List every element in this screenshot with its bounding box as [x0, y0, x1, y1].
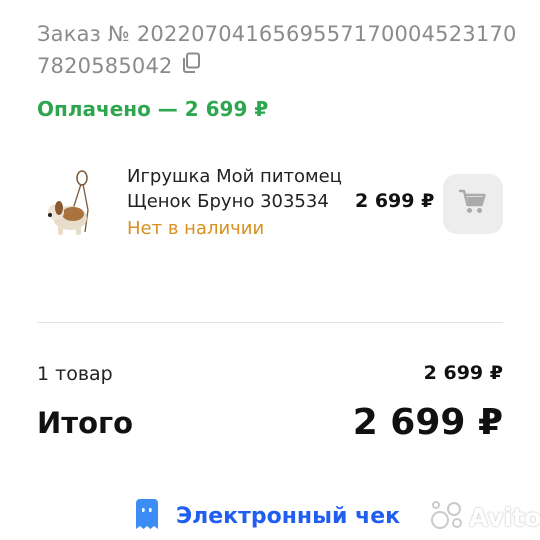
cart-icon [458, 188, 488, 220]
product-title[interactable]: Игрушка Мой питомец Щенок Бруно 303534 [127, 164, 352, 214]
electronic-receipt-link[interactable]: Электронный чек [132, 496, 400, 536]
availability-status: Нет в наличии [127, 218, 265, 239]
divider [37, 322, 503, 323]
total-price: 2 699 ₽ [352, 402, 503, 443]
order-number: Заказ № 20220704165695571700045231707820… [37, 18, 517, 83]
watermark-text: Avito [469, 502, 540, 532]
copy-icon[interactable] [181, 51, 201, 83]
avito-watermark: Avito [430, 500, 540, 534]
payment-status: Оплачено — 2 699 ₽ [37, 97, 269, 121]
order-number-text: Заказ № 20220704165695571700045231707820… [37, 22, 517, 78]
product-price: 2 699 ₽ [355, 190, 435, 212]
product-image[interactable] [44, 168, 100, 242]
receipt-label: Электронный чек [176, 503, 401, 529]
total-label: Итого [37, 406, 134, 440]
receipt-icon [132, 497, 162, 535]
items-subtotal: 2 699 ₽ [423, 362, 503, 384]
add-to-cart-button[interactable] [443, 174, 503, 234]
avito-logo-icon [430, 500, 464, 534]
items-count-label: 1 товар [37, 363, 113, 385]
